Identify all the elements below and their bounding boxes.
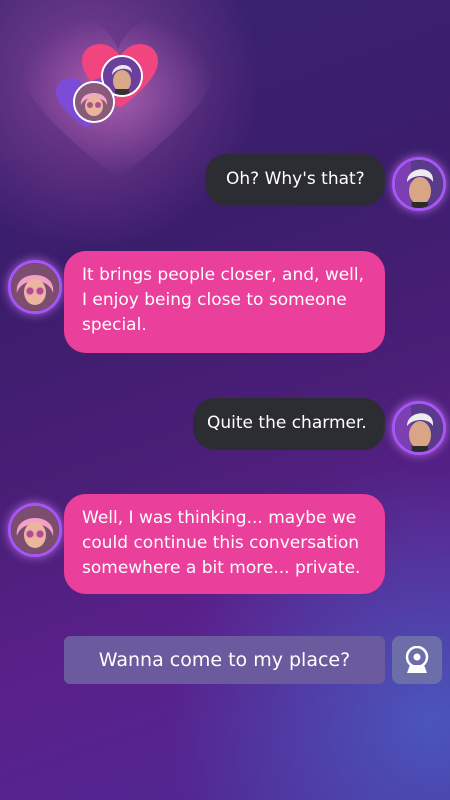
message-partner-1: It brings people closer, and, well, I en…: [64, 251, 385, 353]
voice-record-icon: [405, 646, 429, 673]
message-text: Well, I was thinking... maybe we could c…: [82, 508, 361, 578]
voice-record-button[interactable]: [392, 636, 442, 684]
message-partner-2: Well, I was thinking... maybe we could c…: [64, 494, 385, 594]
reply-option-label: Wanna come to my place?: [98, 649, 351, 671]
message-player-2: Quite the charmer.: [193, 398, 385, 450]
message-player-1: Oh? Why's that?: [205, 154, 385, 206]
partner-avatar: [8, 260, 62, 314]
message-text: Oh? Why's that?: [226, 169, 365, 189]
player-avatar: [392, 157, 446, 211]
logo-avatar-partner: [73, 81, 115, 123]
partner-avatar: [8, 503, 62, 557]
player-avatar: [392, 401, 446, 455]
message-text: Quite the charmer.: [207, 413, 367, 433]
message-text: It brings people closer, and, well, I en…: [82, 265, 365, 335]
reply-option-button[interactable]: Wanna come to my place?: [64, 636, 385, 684]
